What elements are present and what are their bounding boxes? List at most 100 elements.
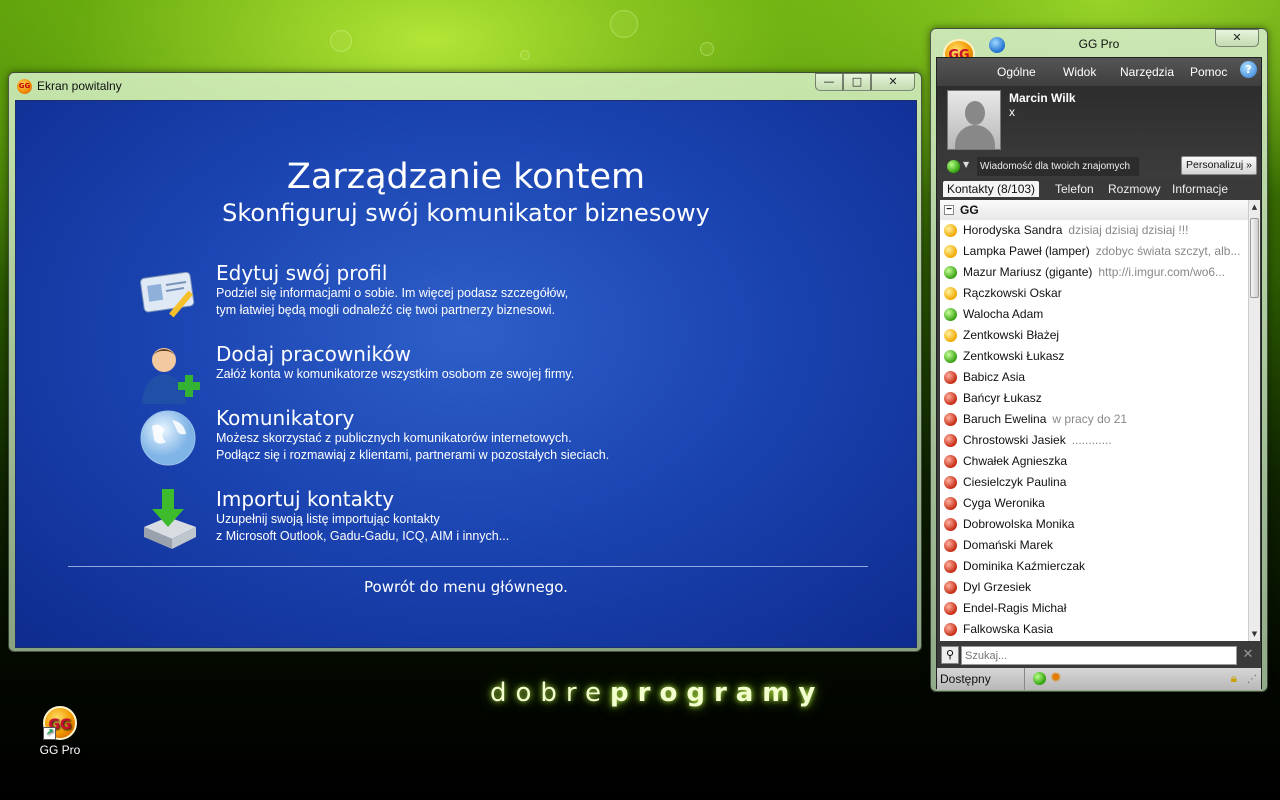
contact-description: zdobyc świata szczyt, alb... xyxy=(1095,244,1241,258)
contact-row[interactable]: Falkowska Kasia xyxy=(940,619,1248,640)
contact-row[interactable]: Ciesielczyk Paulina xyxy=(940,472,1248,493)
help-icon[interactable]: ? xyxy=(1240,61,1257,78)
menu-tools[interactable]: Narzędzia xyxy=(1120,65,1174,79)
maximize-button[interactable]: □ xyxy=(843,73,871,91)
tab-contacts[interactable]: Kontakty (8/103) xyxy=(943,181,1040,197)
status-offline-icon xyxy=(944,371,957,384)
brand-bold: programy xyxy=(610,678,825,708)
contact-name: Baruch Ewelina xyxy=(963,412,1047,426)
desktop-icon-label: GG Pro xyxy=(39,743,81,757)
close-button[interactable]: ✕ xyxy=(871,73,915,91)
resize-grip-icon[interactable]: ⋰ xyxy=(1247,674,1257,685)
chevron-down-icon[interactable]: ▼ xyxy=(963,160,969,169)
contact-row[interactable]: Domański Marek xyxy=(940,535,1248,556)
contact-row[interactable]: Chrostowski Jasiek............ xyxy=(940,430,1248,451)
menu-bar: Ogólne Widok Narzędzia Pomoc ? xyxy=(937,58,1261,86)
contact-list: − GG Horodyska Sandra dzisiaj dzisiaj dzis… xyxy=(940,200,1248,641)
contact-name: Dominika Kaźmierczak xyxy=(963,559,1086,573)
welcome-window-title: Ekran powitalny xyxy=(37,79,122,93)
contact-row[interactable]: Walocha Adam xyxy=(940,304,1248,325)
option-description: Podziel się informacjami o sobie. Im wię… xyxy=(216,286,569,300)
contact-row[interactable]: Dobrowolska Monika xyxy=(940,514,1248,535)
welcome-content: Zarządzanie kontem Skonfiguruj swój komu… xyxy=(15,100,917,648)
menu-view[interactable]: Widok xyxy=(1063,65,1096,79)
status-available-icon[interactable] xyxy=(947,160,960,173)
status-offline-icon xyxy=(944,518,957,531)
scroll-up-icon[interactable]: ▲ xyxy=(1249,200,1260,214)
sun-icon[interactable]: ✹ xyxy=(1050,670,1062,686)
contact-name: Lampka Paweł (lamper) xyxy=(963,244,1090,258)
status-bar: Dostępny ✹ 🔒︎ ⋰ xyxy=(937,668,1261,690)
contact-name: Chrostowski Jasiek xyxy=(963,433,1066,447)
menu-help[interactable]: Pomoc xyxy=(1190,65,1227,79)
contact-name: Zentkowski Łukasz xyxy=(963,349,1065,363)
search-icon[interactable]: ⚲ xyxy=(941,646,959,664)
import-download-icon xyxy=(144,489,196,549)
scrollbar-thumb[interactable] xyxy=(1250,218,1259,298)
contact-row[interactable]: Bańcyr Łukasz xyxy=(940,388,1248,409)
user-description[interactable]: x xyxy=(1009,105,1015,119)
profile-panel: Marcin Wilk x ▼ Wiadomość dla twoich zna… xyxy=(937,86,1261,178)
status-offline-icon xyxy=(944,623,957,636)
clear-search-icon[interactable]: ✕ xyxy=(1239,646,1257,664)
contact-name: Horodyska Sandra xyxy=(963,223,1063,237)
option-edit-profile[interactable]: Edytuj swój profil Podziel się informacj… xyxy=(140,261,736,319)
menu-general[interactable]: Ogólne xyxy=(997,65,1036,79)
minimize-button[interactable]: — xyxy=(815,73,843,91)
close-button[interactable]: ✕ xyxy=(1215,29,1259,47)
group-name: GG xyxy=(960,203,979,217)
status-label[interactable]: Dostępny xyxy=(937,668,1025,690)
tab-conversations[interactable]: Rozmowy xyxy=(1104,181,1165,197)
search-bar: ⚲ ✕ xyxy=(937,642,1261,668)
contact-row[interactable]: Zentkowski Błażej xyxy=(940,325,1248,346)
user-name: Marcin Wilk xyxy=(1009,91,1076,105)
contact-row[interactable]: Zentkowski Łukasz xyxy=(940,346,1248,367)
option-import-contacts[interactable]: Importuj kontakty Uzupełnij swoją listę … xyxy=(144,487,736,549)
personalize-button[interactable]: Personalizuj » xyxy=(1181,156,1257,175)
option-messengers[interactable]: Komunikatory Możesz skorzystać z publicz… xyxy=(140,406,736,466)
collapse-icon[interactable]: − xyxy=(944,205,954,215)
contact-row[interactable]: Dominika Kaźmierczak xyxy=(940,556,1248,577)
contact-row[interactable]: Mazur Mariusz (gigante) http://i.imgur.co… xyxy=(940,262,1248,283)
avatar[interactable] xyxy=(947,90,1001,150)
contact-row[interactable]: Dyl Grzesiek xyxy=(940,577,1248,598)
option-add-employees[interactable]: Dodaj pracowników Załóż konta w komunika… xyxy=(142,342,736,404)
scroll-down-icon[interactable]: ▼ xyxy=(1249,627,1260,641)
contact-name: Zentkowski Błażej xyxy=(963,328,1060,342)
welcome-titlebar[interactable]: GG Ekran powitalny — □ ✕ xyxy=(9,73,921,99)
gg-pro-window: GG GG Pro ✕ Ogólne Widok Narzędzia Pomoc… xyxy=(930,28,1268,692)
contact-row[interactable]: Baruch Ewelina w pracy do 21 xyxy=(940,409,1248,430)
status-online-icon xyxy=(944,350,957,363)
status-offline-icon xyxy=(944,497,957,510)
id-card-pen-icon xyxy=(140,271,195,318)
contact-row[interactable]: Babicz Asia xyxy=(940,367,1248,388)
add-user-icon xyxy=(142,348,200,404)
search-input[interactable] xyxy=(961,646,1237,665)
contact-row[interactable]: Rączkowski Oskar xyxy=(940,283,1248,304)
wallpaper-bubble xyxy=(700,42,714,56)
contact-row[interactable]: Endel-Ragis Michał xyxy=(940,598,1248,619)
back-to-main-menu-link[interactable]: Powrót do menu głównego. xyxy=(16,578,916,596)
contact-row[interactable]: Cyga Weronika xyxy=(940,493,1248,514)
status-available-icon[interactable] xyxy=(1033,672,1046,685)
contact-row[interactable]: Chwałek Agnieszka xyxy=(940,451,1248,472)
option-description: z Microsoft Outlook, Gadu-Gadu, ICQ, AIM… xyxy=(216,529,510,543)
scrollbar[interactable]: ▲ ▼ xyxy=(1248,200,1260,641)
desktop-shortcut-gg-pro[interactable]: GG ↗ GG Pro xyxy=(30,706,90,757)
status-offline-icon xyxy=(944,434,957,447)
option-title: Dodaj pracowników xyxy=(216,342,411,366)
status-offline-icon xyxy=(944,560,957,573)
contact-description: w pracy do 21 xyxy=(1052,412,1128,426)
status-offline-icon xyxy=(944,476,957,489)
contact-row[interactable]: Horodyska Sandra dzisiaj dzisiaj dzisiaj … xyxy=(940,220,1248,241)
tab-information[interactable]: Informacje xyxy=(1168,181,1232,197)
tab-phone[interactable]: Telefon xyxy=(1051,181,1098,197)
status-away-icon xyxy=(944,224,957,237)
contact-name: Ciesielczyk Paulina xyxy=(963,475,1067,489)
contact-row[interactable]: Lampka Paweł (lamper) zdobyc świata szczy… xyxy=(940,241,1248,262)
lock-icon[interactable]: 🔒︎ xyxy=(1231,671,1237,686)
contact-name: Babicz Asia xyxy=(963,370,1026,384)
status-message-field[interactable]: Wiadomość dla twoich znajomych xyxy=(977,157,1139,176)
contact-group-header[interactable]: − GG xyxy=(940,200,1248,220)
status-offline-icon xyxy=(944,413,957,426)
